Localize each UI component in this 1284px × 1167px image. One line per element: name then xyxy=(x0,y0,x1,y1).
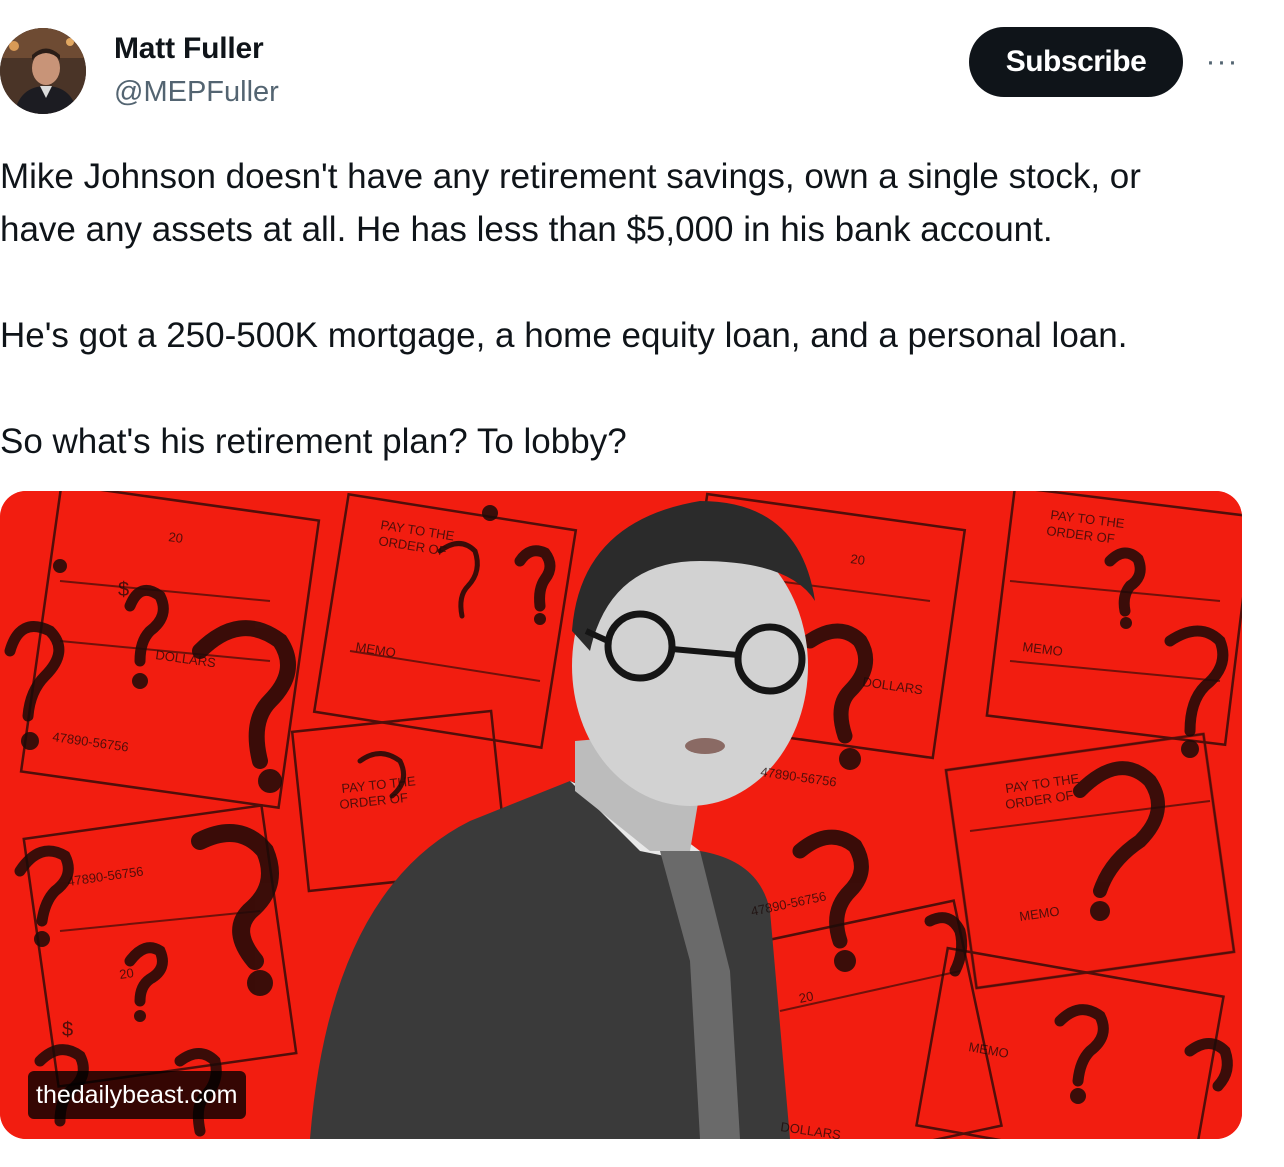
tweet-text-line: He's got a 250-500K mortgage, a home equ… xyxy=(0,316,1128,355)
author-name[interactable]: Matt Fuller xyxy=(114,32,264,66)
avatar[interactable] xyxy=(0,28,86,114)
media-illustration: PAY TO THE ORDER OF PAY TO THE ORDER OF … xyxy=(0,491,1242,1139)
svg-text:$: $ xyxy=(118,579,129,601)
author-handle[interactable]: @MEPFuller xyxy=(114,76,279,109)
more-icon[interactable]: ··· xyxy=(1200,44,1244,80)
svg-text:20: 20 xyxy=(118,965,134,982)
tweet-text: Mike Johnson doesn't have any retirement… xyxy=(0,150,1270,468)
tweet-text-line: Mike Johnson doesn't have any retirement… xyxy=(0,157,1141,196)
tweet-text-line: So what's his retirement plan? To lobby? xyxy=(0,422,627,461)
subscribe-button[interactable]: Subscribe xyxy=(969,27,1183,97)
svg-text:20: 20 xyxy=(850,551,866,568)
svg-text:20: 20 xyxy=(168,529,184,546)
tweet-card: Matt Fuller @MEPFuller Subscribe ··· Mik… xyxy=(0,0,1284,1167)
svg-text:$: $ xyxy=(62,1019,73,1041)
tweet-media-image[interactable]: PAY TO THE ORDER OF PAY TO THE ORDER OF … xyxy=(0,491,1242,1139)
media-source-label: thedailybeast.com xyxy=(28,1071,246,1119)
avatar-image xyxy=(0,28,86,114)
tweet-text-line: have any assets at all. He has less than… xyxy=(0,210,1053,249)
svg-text:20: 20 xyxy=(798,988,815,1006)
